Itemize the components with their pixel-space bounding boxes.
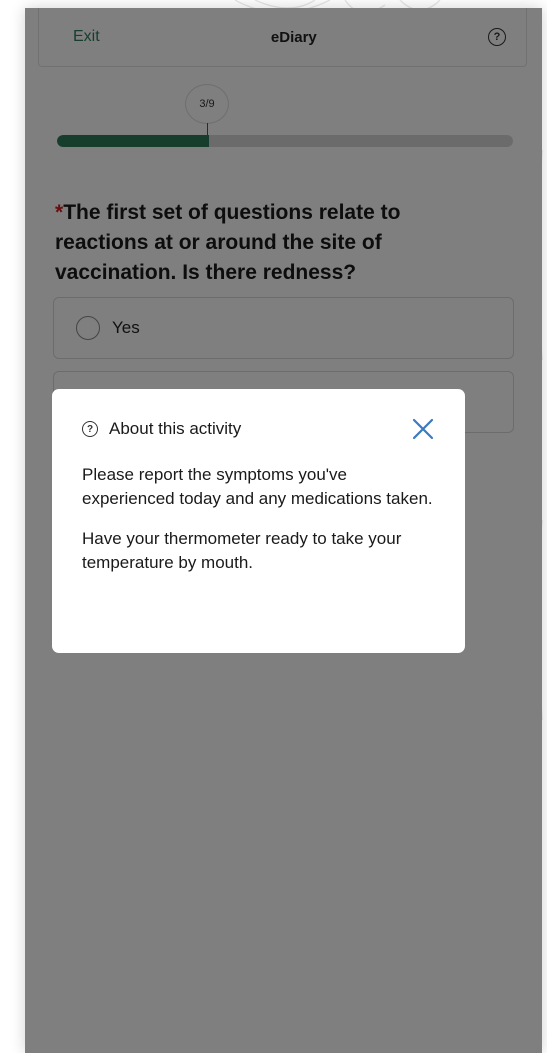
dialog-header: ? About this activity	[82, 417, 435, 441]
dialog-title-group: ? About this activity	[82, 419, 241, 439]
dialog-paragraph: Please report the symptoms you've experi…	[82, 465, 433, 508]
help-icon: ?	[82, 421, 98, 437]
close-icon[interactable]	[411, 417, 435, 441]
dialog-paragraph: Have your thermometer ready to take your…	[82, 529, 402, 572]
about-activity-dialog: ? About this activity Please report the …	[52, 389, 465, 653]
dialog-title: About this activity	[109, 419, 242, 438]
